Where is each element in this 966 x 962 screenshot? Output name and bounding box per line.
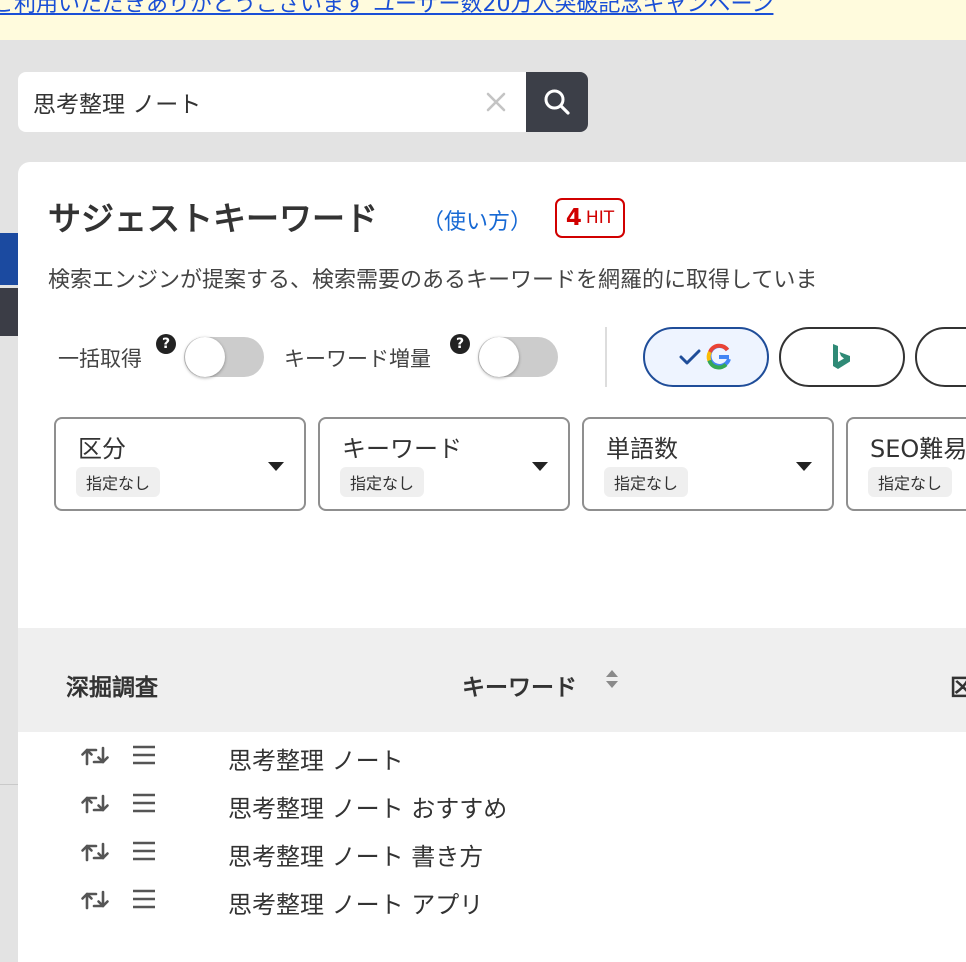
filter-value: 指定なし (868, 467, 953, 497)
search-button[interactable] (526, 72, 588, 132)
caret-down-icon (796, 462, 812, 471)
table-row: 思考整理 ノート アプリ (18, 878, 966, 926)
bing-engine-button[interactable] (779, 327, 905, 387)
bulk-fetch-help-icon[interactable]: ? (156, 334, 176, 354)
repeat-icon[interactable] (80, 792, 110, 816)
clear-icon[interactable] (484, 90, 508, 114)
table-row: 思考整理 ノート おすすめ (18, 782, 966, 830)
search-box (18, 72, 526, 132)
repeat-icon[interactable] (80, 744, 110, 768)
third-engine-button[interactable] (915, 327, 966, 387)
menu-icon[interactable] (132, 792, 156, 814)
repeat-icon[interactable] (80, 888, 110, 912)
filter-seo-difficulty[interactable]: SEO難易 指定なし (846, 417, 966, 511)
keyword-cell[interactable]: 思考整理 ノート おすすめ (228, 789, 507, 824)
filter-value: 指定なし (340, 467, 425, 497)
suggest-keyword-panel: サジェストキーワード （使い方） 4 HIT 検索エンジンが提案する、検索需要の… (18, 162, 966, 962)
menu-icon[interactable] (132, 744, 156, 766)
side-divider (0, 784, 18, 785)
sort-icon[interactable] (604, 666, 620, 692)
keyword-cell[interactable]: 思考整理 ノート (228, 741, 404, 776)
keyword-cell[interactable]: 思考整理 ノート 書き方 (228, 837, 483, 872)
filter-value: 指定なし (76, 467, 161, 497)
campaign-banner: ご利用いただきありがとうございます ユーザー数20万人突破記念キャンペーン (0, 0, 966, 40)
caret-down-icon (532, 462, 548, 471)
hit-count: 4 (565, 205, 582, 231)
checkmark-icon (679, 349, 701, 365)
google-engine-button[interactable] (643, 327, 769, 387)
bing-logo-icon (833, 344, 850, 369)
search-icon (544, 89, 570, 115)
keyword-cell[interactable]: 思考整理 ノート アプリ (228, 885, 483, 920)
table-header: 深掘調査 キーワード 区 (18, 628, 966, 732)
menu-icon[interactable] (132, 840, 156, 862)
bulk-fetch-label: 一括取得 (58, 347, 142, 371)
panel-description: 検索エンジンが提案する、検索需要のあるキーワードを網羅的に取得していま (48, 268, 818, 293)
campaign-banner-link[interactable]: ご利用いただきありがとうございます ユーザー数20万人突破記念キャンペーン (0, 0, 773, 18)
hit-count-badge: 4 HIT (555, 198, 625, 238)
filter-value: 指定なし (604, 467, 689, 497)
toggle-knob (185, 337, 225, 377)
repeat-icon[interactable] (80, 840, 110, 864)
side-nav-tab[interactable] (0, 288, 18, 336)
table-row: 思考整理 ノート (18, 734, 966, 782)
keyword-increase-toggle[interactable] (478, 337, 558, 377)
table-row: 思考整理 ノート 書き方 (18, 830, 966, 878)
toggle-knob (479, 337, 519, 377)
bulk-fetch-toggle[interactable] (184, 337, 264, 377)
side-nav-tab-active[interactable] (0, 233, 18, 285)
keyword-increase-label: キーワード増量 (284, 347, 431, 371)
column-header-dig: 深掘調査 (66, 675, 158, 701)
google-logo-icon (706, 343, 731, 370)
howto-link[interactable]: （使い方） (422, 204, 532, 236)
menu-icon[interactable] (132, 888, 156, 910)
caret-down-icon (268, 462, 284, 471)
toolbar-divider (605, 327, 607, 387)
filter-label: 単語数 (606, 435, 678, 463)
filter-keyword[interactable]: キーワード 指定なし (318, 417, 570, 511)
column-header-keyword[interactable]: キーワード (462, 668, 577, 702)
filter-category[interactable]: 区分 指定なし (54, 417, 306, 511)
page-title: サジェストキーワード (48, 199, 378, 238)
filter-word-count[interactable]: 単語数 指定なし (582, 417, 834, 511)
filter-label: SEO難易 (870, 435, 966, 463)
search-input[interactable] (18, 72, 478, 132)
hit-label: HIT (585, 208, 615, 228)
keyword-increase-help-icon[interactable]: ? (450, 334, 470, 354)
column-header-category: 区 (950, 675, 966, 701)
filter-label: 区分 (78, 435, 126, 463)
filter-label: キーワード (342, 435, 462, 463)
